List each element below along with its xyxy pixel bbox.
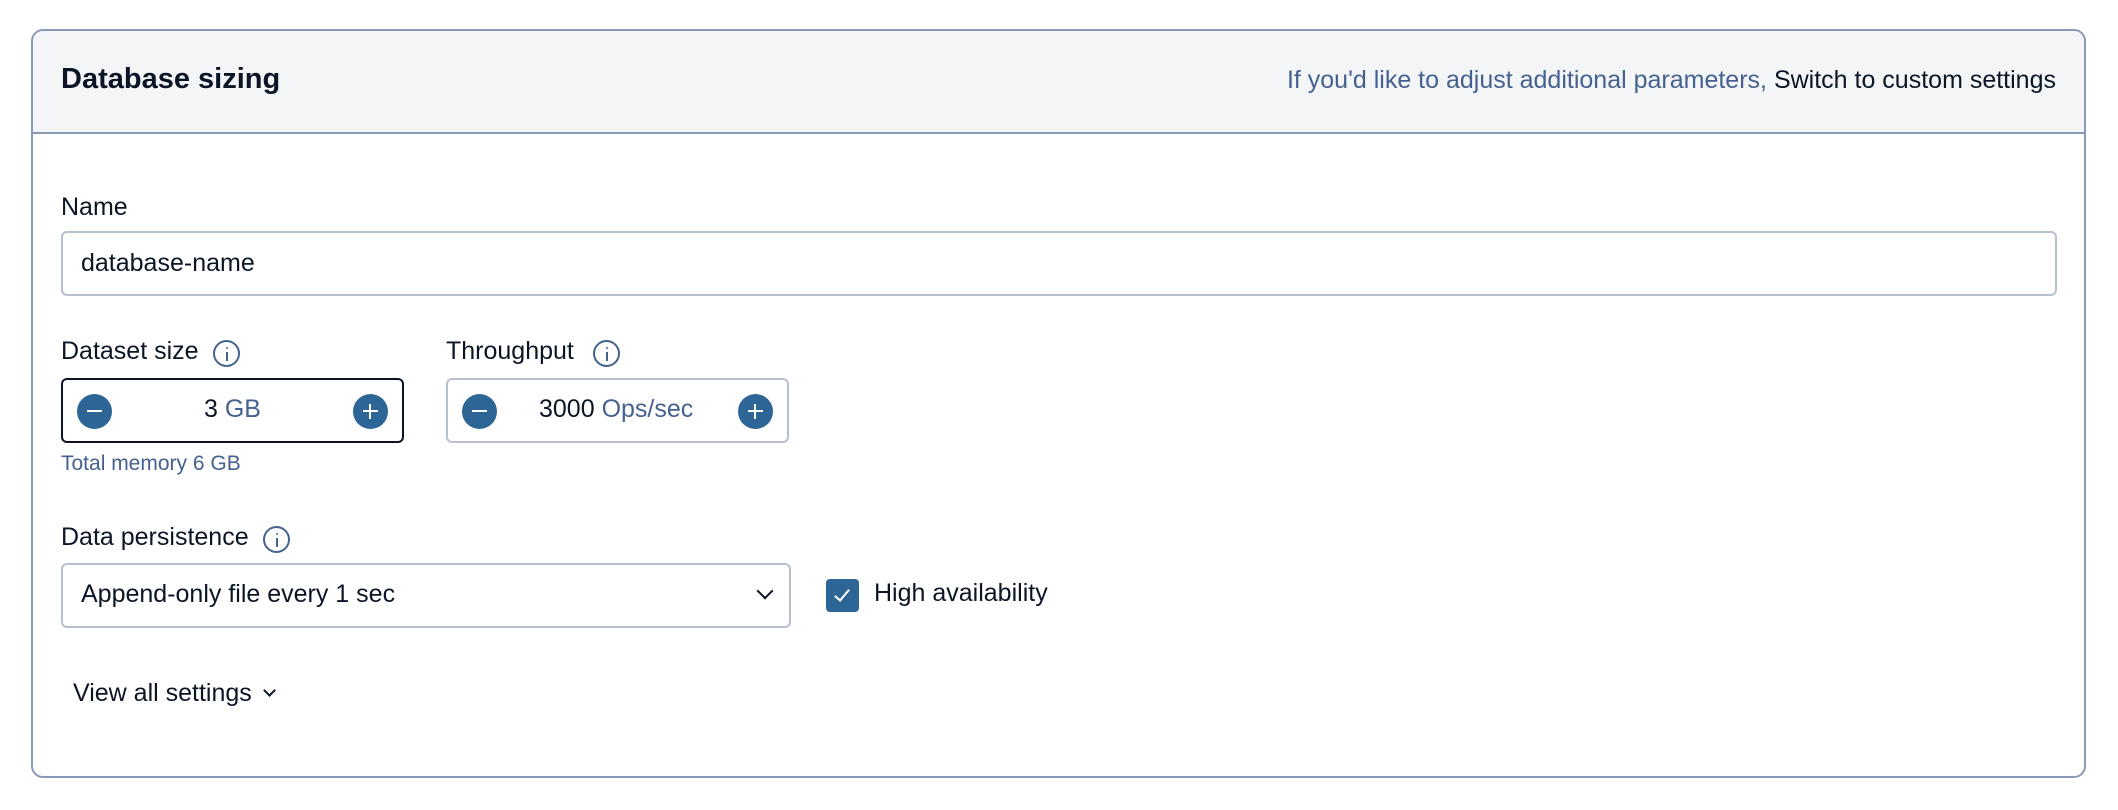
info-icon[interactable] — [213, 340, 240, 367]
dataset-size-increment-button[interactable] — [353, 394, 388, 429]
card-header: Database sizing If you'd like to adjust … — [33, 31, 2084, 134]
throughput-increment-button[interactable] — [738, 394, 773, 429]
checkmark-icon — [834, 585, 850, 602]
page-title: Database sizing — [61, 63, 281, 95]
view-all-settings-label: View all settings — [73, 679, 252, 707]
throughput-decrement-button[interactable] — [462, 394, 497, 429]
switch-to-custom-settings-link[interactable]: Switch to custom settings — [1774, 66, 2056, 94]
dataset-size-unit: GB — [224, 395, 261, 423]
plus-icon — [754, 404, 756, 419]
high-availability-checkbox[interactable] — [826, 579, 859, 612]
high-availability-label[interactable]: High availability — [874, 579, 1048, 608]
data-persistence-selected-value: Append-only file every 1 sec — [81, 580, 396, 608]
chevron-down-icon — [756, 582, 774, 600]
header-hint: If you'd like to adjust additional param… — [1286, 66, 1767, 94]
database-sizing-card: Database sizing If you'd like to adjust … — [31, 29, 2086, 778]
header-right: If you'd like to adjust additional param… — [1287, 66, 2056, 95]
data-persistence-select[interactable]: Append-only file every 1 sec — [61, 563, 791, 628]
throughput-value: 3000 Ops/sec — [539, 395, 693, 424]
info-icon[interactable] — [263, 526, 290, 553]
minus-icon — [472, 410, 487, 412]
plus-icon — [369, 404, 371, 419]
throughput-unit: Ops/sec — [601, 395, 694, 423]
view-all-settings-button[interactable]: View all settings — [73, 679, 276, 708]
dataset-size-stepper[interactable]: 3 GB — [61, 378, 404, 443]
data-persistence-label: Data persistence — [61, 523, 249, 551]
throughput-label: Throughput — [446, 337, 574, 365]
name-label: Name — [61, 193, 128, 221]
throughput-number: 3000 — [539, 395, 595, 423]
total-memory-text: Total memory 6 GB — [61, 452, 241, 475]
dataset-size-label: Dataset size — [61, 337, 199, 365]
dataset-size-value: 3 GB — [204, 395, 261, 424]
chevron-down-icon — [262, 684, 276, 697]
info-icon[interactable] — [593, 340, 620, 367]
dataset-size-decrement-button[interactable] — [77, 394, 112, 429]
dataset-size-number: 3 — [204, 395, 218, 423]
minus-icon — [87, 410, 102, 412]
throughput-stepper[interactable]: 3000 Ops/sec — [446, 378, 789, 443]
name-input[interactable] — [61, 231, 2057, 296]
